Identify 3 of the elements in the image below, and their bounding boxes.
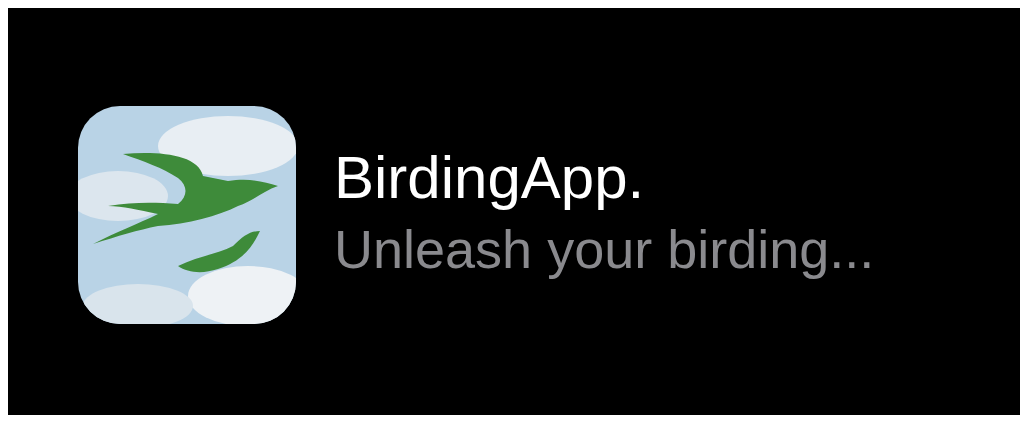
app-name: BirdingApp. <box>334 142 646 213</box>
app-tagline: Unleash your birding... <box>334 217 875 281</box>
bird-icon <box>78 105 296 324</box>
